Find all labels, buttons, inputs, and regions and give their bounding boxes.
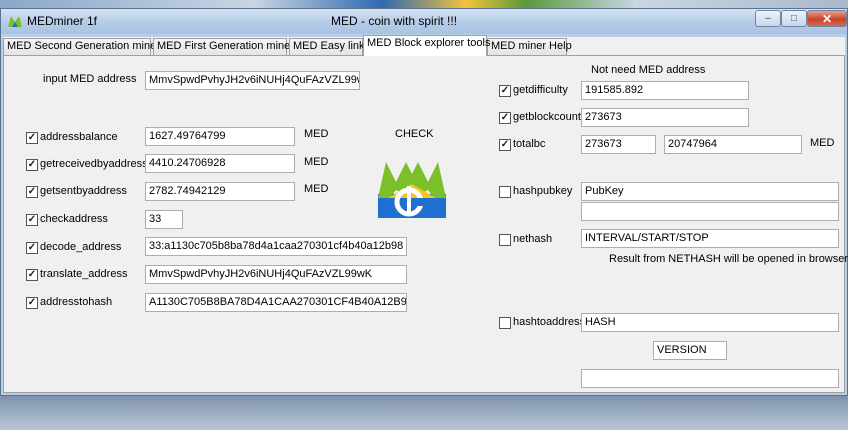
desktop-taskbar-area [0, 396, 848, 430]
getdifficulty-checkbox[interactable] [499, 85, 511, 97]
translate-address-checkbox[interactable] [26, 269, 38, 281]
nethash-input[interactable]: INTERVAL/START/STOP [581, 229, 839, 248]
version-field[interactable]: VERSION [653, 341, 727, 360]
tab-second-generation-miners[interactable]: MED Second Generation miners [3, 38, 165, 55]
getreceivedbyaddress-unit: MED [304, 156, 329, 168]
addressbalance-unit: MED [304, 128, 329, 140]
totalbc-coins-field[interactable]: 20747964 [664, 135, 802, 154]
app-window: MEDminer 1f MED - coin with spirit !!! –… [0, 8, 848, 396]
hashtoaddress-input[interactable]: HASH [581, 313, 839, 332]
close-button[interactable]: ✕ [807, 10, 847, 27]
nethash-note: Result from NETHASH will be opened in br… [609, 253, 848, 265]
window-title: MED - coin with spirit !!! [331, 14, 458, 28]
input-address-label: input MED address [43, 73, 137, 85]
translate-address-field[interactable]: MmvSpwdPvhyJH2v6iNUHj4QuFAzVZL99wK [145, 265, 407, 284]
app-name: MEDminer 1f [27, 14, 98, 28]
getblockcount-checkbox[interactable] [499, 112, 511, 124]
tab-strip: MED Second Generation miners MED First G… [3, 35, 845, 56]
hashtoaddress-label: hashtoaddress [513, 316, 586, 328]
bottom-result-field[interactable] [581, 369, 839, 388]
med-address-input[interactable]: MmvSpwdPvhyJH2v6iNUHj4QuFAzVZL99wK [145, 71, 360, 90]
tab-first-generation-miners[interactable]: MED First Generation miners [153, 38, 299, 55]
checkaddress-checkbox[interactable] [26, 214, 38, 226]
totalbc-unit: MED [810, 137, 835, 149]
minimize-button[interactable]: – [755, 10, 781, 27]
hashpubkey-result-field[interactable] [581, 202, 839, 221]
med-logo-check-button[interactable] [378, 154, 446, 218]
hashtoaddress-checkbox[interactable] [499, 317, 511, 329]
hashpubkey-checkbox[interactable] [499, 186, 511, 198]
checkaddress-field[interactable]: 33 [145, 210, 183, 229]
app-icon [8, 16, 22, 27]
getsentbyaddress-unit: MED [304, 183, 329, 195]
totalbc-label: totalbc [513, 138, 546, 150]
hashpubkey-label: hashpubkey [513, 185, 573, 197]
getsentbyaddress-checkbox[interactable] [26, 186, 38, 198]
addresstohash-checkbox[interactable] [26, 297, 38, 309]
getreceivedbyaddress-checkbox[interactable] [26, 159, 38, 171]
addressbalance-label: addressbalance [40, 131, 118, 143]
getblockcount-field[interactable]: 273673 [581, 108, 749, 127]
decode-address-label: decode_address [40, 241, 122, 253]
totalbc-checkbox[interactable] [499, 139, 511, 151]
addressbalance-checkbox[interactable] [26, 132, 38, 144]
title-bar[interactable]: MEDminer 1f MED - coin with spirit !!! –… [1, 9, 847, 34]
getreceivedbyaddress-label: getreceivedbyaddress [40, 158, 148, 170]
not-need-address-heading: Not need MED address [591, 64, 706, 76]
addressbalance-field[interactable]: 1627.49764799 [145, 127, 295, 146]
decode-address-field[interactable]: 33:a1130c705b8ba78d4a1caa270301cf4b40a12… [145, 237, 407, 256]
addresstohash-field[interactable]: A1130C705B8BA78D4A1CAA270301CF4B40A12B98 [145, 293, 407, 312]
check-label: CHECK [395, 128, 434, 140]
translate-address-label: translate_address [40, 268, 128, 280]
getblockcount-label: getblockcount [513, 111, 581, 123]
getsentbyaddress-label: getsentbyaddress [40, 185, 127, 197]
nethash-label: nethash [513, 233, 553, 245]
maximize-button[interactable]: □ [781, 10, 807, 27]
getsentbyaddress-field[interactable]: 2782.74942129 [145, 182, 295, 201]
nethash-checkbox[interactable] [499, 234, 511, 246]
decode-address-checkbox[interactable] [26, 242, 38, 254]
tab-easy-link[interactable]: MED Easy link [289, 38, 365, 55]
checkaddress-label: checkaddress [40, 213, 108, 225]
getreceivedbyaddress-field[interactable]: 4410.24706928 [145, 154, 295, 173]
block-explorer-panel: input MED address MmvSpwdPvhyJH2v6iNUHj4… [3, 55, 848, 393]
tab-miner-help[interactable]: MED miner Help [487, 38, 572, 55]
tab-block-explorer-tools[interactable]: MED Block explorer tools [363, 35, 491, 56]
totalbc-blocks-field[interactable]: 273673 [581, 135, 656, 154]
addresstohash-label: addresstohash [40, 296, 113, 308]
getdifficulty-field[interactable]: 191585.892 [581, 81, 749, 100]
hashpubkey-input[interactable]: PubKey [581, 182, 839, 201]
getdifficulty-label: getdifficulty [513, 84, 568, 96]
